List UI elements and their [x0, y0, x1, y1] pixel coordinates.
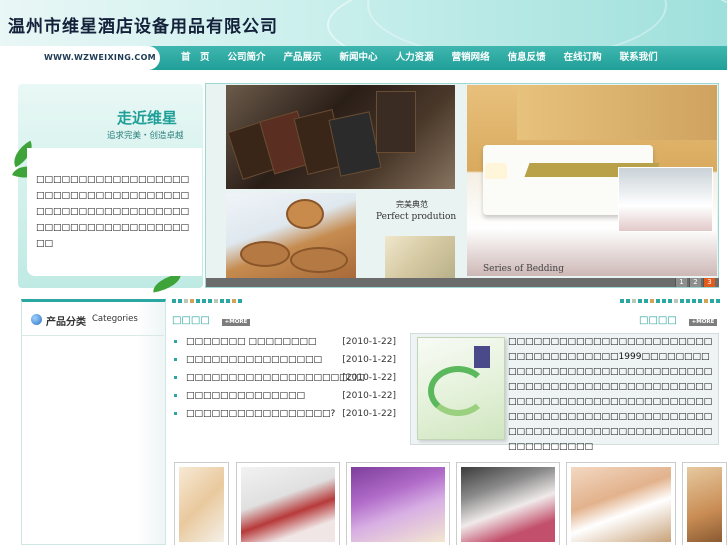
intro-title: 走近维星 [117, 109, 178, 127]
news-section-title: □□□□ [172, 315, 210, 326]
bullet-icon [174, 394, 177, 397]
about-text: □□□□□□□□□□□□□□□□□□□□□□□□□□□□□□□□□□□□□199… [508, 337, 713, 452]
news-item[interactable]: □□□□□□□□□□□□□□ [2010-1-22] [174, 389, 400, 407]
bullet-icon [174, 340, 177, 343]
bullet-icon [174, 358, 177, 361]
globe-icon [31, 314, 42, 325]
news-list: □□□□□□□ □□□□□□□□ [2010-1-22] □□□□□□□□□□□… [174, 335, 400, 425]
company-brochure-image [417, 337, 505, 440]
news-item-date: [2010-1-22] [342, 391, 396, 401]
news-item-title[interactable]: □□□□□□□□□□□□□□ [186, 389, 305, 403]
site-url[interactable]: WWW.WZWEIXING.COM [44, 53, 156, 62]
nav-contact[interactable]: 联系我们 [611, 46, 667, 70]
banner-photo-folders [226, 85, 455, 189]
news-item-title[interactable]: □□□□□□□□□□□□□□□□□? [186, 407, 335, 421]
section-divider-dots [172, 299, 242, 303]
perfect-caption-cn: 完美典范 [396, 200, 428, 209]
news-item[interactable]: □□□□□□□□□□□□□□□□□□□□□ [2010-1-22] [174, 371, 400, 389]
perfect-caption-en: Perfect prodution [376, 212, 457, 222]
header-swirl-decoration-2 [367, 0, 667, 46]
bullet-icon [174, 376, 177, 379]
news-item-date: [2010-1-22] [342, 337, 396, 347]
product-thumbnail[interactable] [566, 462, 676, 545]
news-item-title[interactable]: □□□□□□□□□□□□□□□□ [186, 353, 322, 367]
news-item-date: [2010-1-22] [342, 373, 396, 383]
about-more-button[interactable]: +MORE [689, 319, 717, 326]
nav-order[interactable]: 在线订购 [555, 46, 611, 70]
categories-title-en: Categories [92, 314, 138, 324]
nav-news[interactable]: 新闻中心 [331, 46, 387, 70]
main-nav: 首 页 公司简介 产品展示 新闻中心 人力资源 营销网络 信息反馈 在线订购 联… [172, 46, 667, 70]
slideshow-pager-bar [206, 278, 719, 287]
about-section-title: □□□□ [639, 315, 677, 326]
nav-marketing[interactable]: 营销网络 [443, 46, 499, 70]
news-item-title[interactable]: □□□□□□□□□□□□□□□□□□□□□ [186, 371, 365, 385]
news-item[interactable]: □□□□□□□□□□□□□□□□ [2010-1-22] [174, 353, 400, 371]
site-title: 温州市维星酒店设备用品有限公司 [8, 17, 278, 37]
banner-photo-woodware [226, 193, 356, 278]
news-item-date: [2010-1-22] [342, 409, 396, 419]
slide-page-3[interactable]: 3 [703, 278, 715, 287]
product-thumbnail[interactable] [236, 462, 340, 545]
news-item[interactable]: □□□□□□□□□□□□□□□□□? [2010-1-22] [174, 407, 400, 425]
banner-photo-towels [385, 236, 455, 278]
banner-photo-bedding [467, 85, 717, 276]
bullet-icon [174, 412, 177, 415]
nav-home[interactable]: 首 页 [172, 46, 219, 70]
section-divider-dots [620, 299, 720, 303]
news-item-date: [2010-1-22] [342, 355, 396, 365]
news-more-button[interactable]: +MORE [222, 319, 250, 326]
slide-page-1[interactable]: 1 [675, 278, 687, 287]
nav-products[interactable]: 产品展示 [275, 46, 331, 70]
news-item-title[interactable]: □□□□□□□ □□□□□□□□ [186, 335, 316, 349]
product-thumbnail[interactable] [456, 462, 560, 545]
categories-title: 产品分类 [46, 317, 86, 328]
intro-text: □□□□□□□□□□□□□□□□□□□□□□□□□□□□□□□□□□□□□□□□… [27, 148, 202, 276]
nav-hr[interactable]: 人力资源 [387, 46, 443, 70]
intro-subtitle: 追求完美・创造卓越 [107, 131, 184, 141]
product-thumbnail[interactable] [346, 462, 450, 545]
product-thumbnail[interactable] [174, 462, 229, 545]
bedding-caption: Series of Bedding [483, 264, 564, 274]
product-thumbnail[interactable] [682, 462, 727, 545]
slide-page-2[interactable]: 2 [689, 278, 701, 287]
news-item[interactable]: □□□□□□□ □□□□□□□□ [2010-1-22] [174, 335, 400, 353]
nav-feedback[interactable]: 信息反馈 [499, 46, 555, 70]
nav-about[interactable]: 公司简介 [219, 46, 275, 70]
